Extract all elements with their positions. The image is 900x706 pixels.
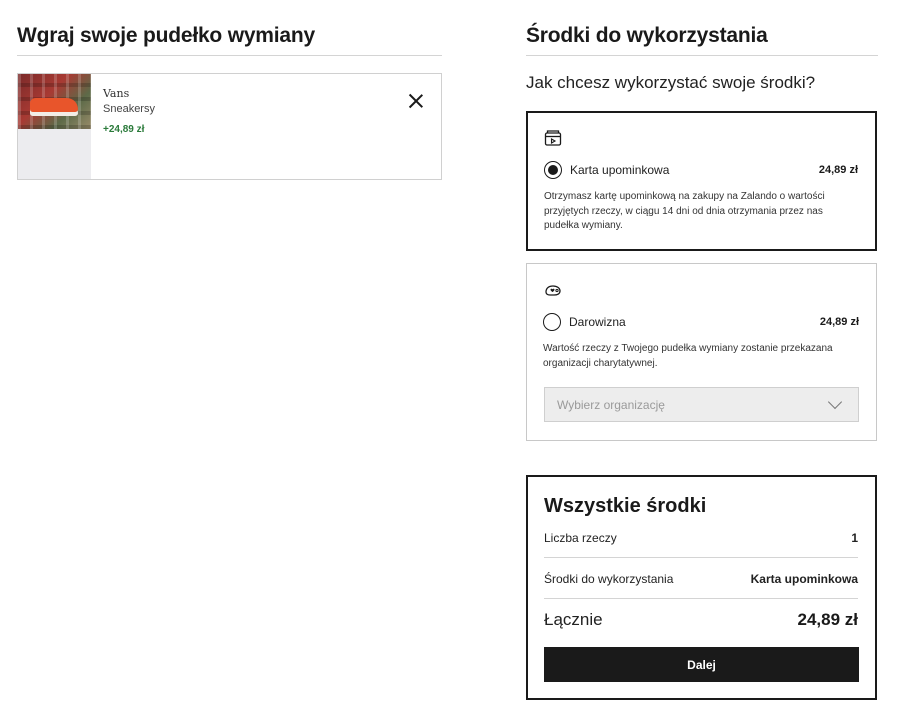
chevron-down-icon xyxy=(827,394,843,410)
summary-title: Wszystkie środki xyxy=(544,495,707,517)
option-donation-label: Darowizna xyxy=(569,315,626,329)
item-category: Sneakersy xyxy=(103,103,155,115)
option-donation-amount: 24,89 zł xyxy=(819,316,859,328)
option-donation[interactable]: Darowizna 24,89 zł Wartość rzeczy z Twoj… xyxy=(526,263,877,441)
donation-icon xyxy=(545,285,561,296)
summary-row-label: Środki do wykorzystania xyxy=(544,572,674,586)
summary-total-row: Łącznie 24,89 zł xyxy=(544,610,858,630)
divider xyxy=(17,55,442,56)
close-icon[interactable] xyxy=(405,90,427,112)
total-value: 24,89 zł xyxy=(797,610,859,629)
summary-row-label: Liczba rzeczy xyxy=(544,531,617,545)
summary-row-value: Karta upominkowa xyxy=(750,572,858,586)
section-title-credits: Środki do wykorzystania xyxy=(526,24,768,47)
section-title-upload-box: Wgraj swoje pudełko wymiany xyxy=(17,24,316,47)
divider xyxy=(526,55,878,56)
option-gift-card-amount: 24,89 zł xyxy=(818,164,858,176)
upload-box-section: Wgraj swoje pudełko wymiany xyxy=(17,22,442,56)
item-brand: Vans xyxy=(103,87,130,100)
option-gift-card-label: Karta upominkowa xyxy=(570,163,670,177)
summary-card: Wszystkie środki Liczba rzeczy 1 Środki … xyxy=(526,475,877,700)
item-thumbnail xyxy=(18,74,91,179)
option-gift-card-row: Karta upominkowa 24,89 zł xyxy=(544,161,858,179)
divider xyxy=(544,598,858,599)
exchange-item-card: Vans Sneakersy +24,89 zł xyxy=(17,73,442,180)
option-gift-card[interactable]: Karta upominkowa 24,89 zł Otrzymasz kart… xyxy=(526,111,877,251)
summary-row-credits: Środki do wykorzystania Karta upominkowa xyxy=(544,572,858,586)
option-gift-card-description: Otrzymasz kartę upominkową na zakupy na … xyxy=(544,191,825,231)
total-label: Łącznie xyxy=(544,610,603,629)
organization-select-placeholder: Wybierz organizację xyxy=(557,397,665,412)
option-donation-description: Wartość rzeczy z Twojego pudełka wymiany… xyxy=(543,343,833,369)
radio-gift-card[interactable] xyxy=(544,161,562,179)
credits-section: Środki do wykorzystania xyxy=(526,22,878,56)
organization-select[interactable]: Wybierz organizację xyxy=(544,387,859,422)
radio-donation[interactable] xyxy=(543,313,561,331)
divider xyxy=(544,557,858,558)
summary-row-item-count: Liczba rzeczy 1 xyxy=(544,531,858,545)
credits-question: Jak chcesz wykorzystać swoje środki? xyxy=(526,73,816,92)
item-info: Vans Sneakersy +24,89 zł xyxy=(103,87,155,135)
summary-row-value: 1 xyxy=(851,531,858,545)
gift-card-icon xyxy=(544,130,562,146)
option-donation-row: Darowizna 24,89 zł xyxy=(543,313,859,331)
next-button[interactable]: Dalej xyxy=(544,647,859,682)
item-photo xyxy=(18,74,91,129)
item-credit-value: +24,89 zł xyxy=(103,124,145,135)
sneaker-image xyxy=(30,98,78,112)
